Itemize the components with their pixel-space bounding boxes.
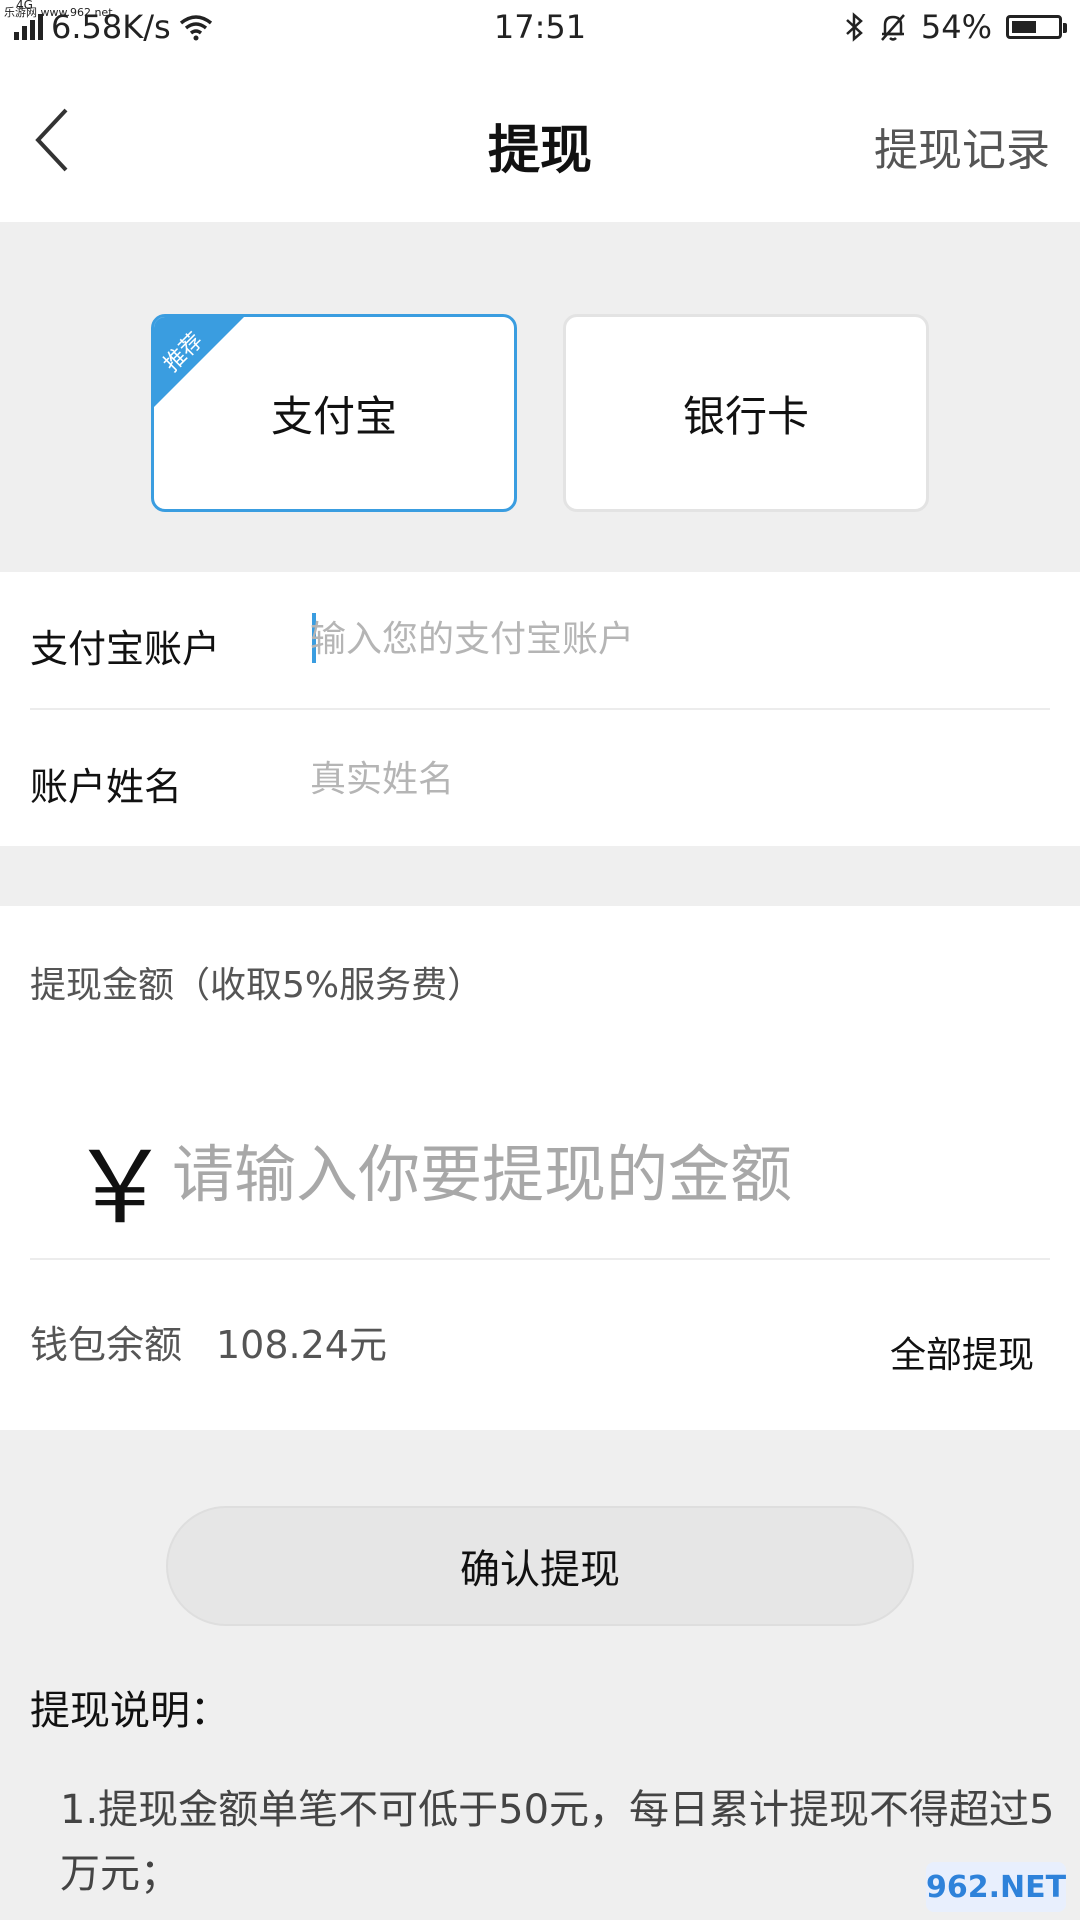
top-navigation: 提现 提现记录 bbox=[0, 56, 1080, 222]
watermark-logo: 962.NET bbox=[926, 1862, 1066, 1912]
method-bank-label: 银行卡 bbox=[682, 391, 809, 441]
battery-icon bbox=[1006, 15, 1067, 39]
method-alipay-label: 支付宝 bbox=[270, 391, 397, 441]
confirm-withdraw-button[interactable]: 确认提现 bbox=[166, 1506, 914, 1626]
yen-symbol: ￥ bbox=[70, 1129, 170, 1246]
battery-fill bbox=[1012, 21, 1036, 33]
bluetooth-icon bbox=[846, 12, 863, 42]
withdraw-record-link[interactable]: 提现记录 bbox=[874, 114, 1050, 178]
wallet-balance-label: 钱包余额 bbox=[30, 1323, 183, 1367]
amount-panel: 提现金额（收取5%服务费） ￥ 钱包余额 108.24元 全部提现 bbox=[0, 906, 1080, 1430]
alipay-account-label: 支付宝账户 bbox=[30, 627, 221, 671]
notes-item: 1.提现金额单笔不可低于50元，每日累计提现不得超过5万元； bbox=[60, 1787, 1055, 1897]
account-name-input[interactable] bbox=[310, 744, 1050, 814]
watermark-text: 乐游网 www.962.net bbox=[4, 6, 113, 19]
divider bbox=[30, 708, 1050, 710]
wallet-balance-value: 108.24元 bbox=[216, 1323, 387, 1367]
method-alipay-card[interactable]: 推荐 支付宝 bbox=[151, 314, 517, 512]
status-bar: 4G 6.58K/s 17:51 54% bbox=[0, 0, 1080, 56]
amount-input[interactable] bbox=[172, 1124, 1032, 1224]
confirm-withdraw-label: 确认提现 bbox=[460, 1547, 620, 1593]
divider bbox=[30, 1258, 1050, 1260]
notes-title: 提现说明： bbox=[30, 1688, 230, 1734]
withdraw-all-button[interactable]: 全部提现 bbox=[890, 1326, 1034, 1378]
account-name-label: 账户姓名 bbox=[30, 765, 183, 809]
account-form: 支付宝账户 账户姓名 bbox=[0, 572, 1080, 846]
alipay-account-input[interactable] bbox=[310, 604, 1050, 674]
method-bank-card[interactable]: 银行卡 bbox=[563, 314, 929, 512]
amount-label: 提现金额（收取5%服务费） bbox=[30, 965, 484, 1006]
bell-muted-icon bbox=[880, 14, 905, 41]
status-icons: 54% bbox=[843, 8, 1067, 46]
battery-percent: 54% bbox=[920, 8, 992, 46]
